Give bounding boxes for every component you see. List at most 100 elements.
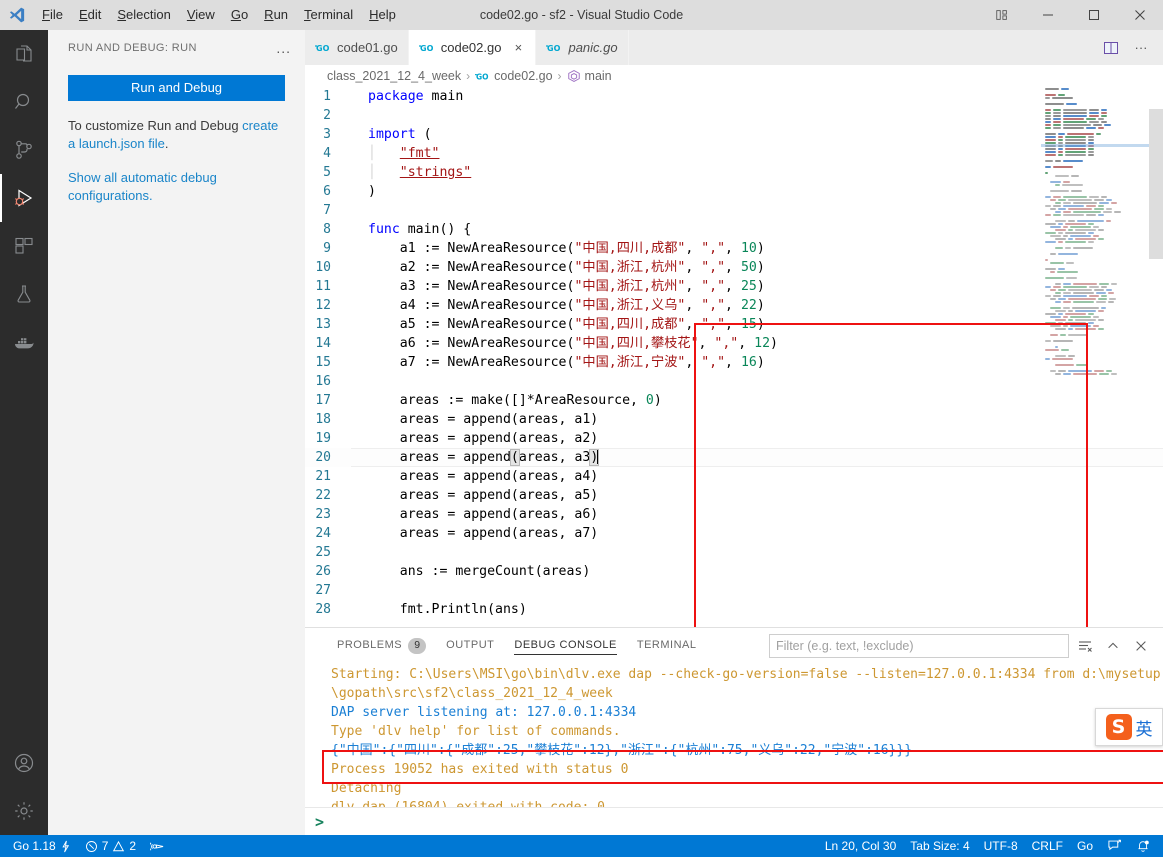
show-all-debug-configs-link[interactable]: Show all automatic debug configurations. bbox=[68, 169, 285, 205]
sidebar-more-actions-icon[interactable]: ... bbox=[270, 40, 297, 56]
status-eol[interactable]: CRLF bbox=[1025, 835, 1070, 857]
tab-code01-go[interactable]: GO code01.go bbox=[305, 30, 409, 65]
ime-mode-label[interactable]: 英 bbox=[1136, 715, 1153, 740]
line-text bbox=[351, 543, 368, 562]
panel-tab-problems[interactable]: PROBLEMS 9 bbox=[327, 628, 436, 663]
code-lines[interactable]: 1 package main 2 3 import (4 │ "fmt" 5 │ "strin… bbox=[305, 87, 1163, 619]
code-line[interactable]: 17 areas := make([]*AreaResource, 0) bbox=[305, 391, 1163, 410]
settings-gear-icon[interactable] bbox=[0, 787, 48, 835]
split-editor-icon[interactable] bbox=[1097, 33, 1125, 63]
code-line[interactable]: 13 a5 := NewAreaResource("中国,四川,成都", ","… bbox=[305, 315, 1163, 334]
code-line[interactable]: 24 areas = append(areas, a7) bbox=[305, 524, 1163, 543]
extensions-icon[interactable] bbox=[0, 222, 48, 270]
workbench: RUN AND DEBUG: RUN ... Run and Debug To … bbox=[0, 30, 1163, 835]
code-line[interactable]: 9 a1 := NewAreaResource("中国,四川,成都", ",",… bbox=[305, 239, 1163, 258]
code-line[interactable]: 18 areas = append(areas, a1) bbox=[305, 410, 1163, 429]
code-line[interactable]: 4 │ "fmt" bbox=[305, 144, 1163, 163]
code-line[interactable]: 5 │ "strings" bbox=[305, 163, 1163, 182]
debug-console-input[interactable]: > bbox=[305, 807, 1163, 835]
menu-view[interactable]: View bbox=[179, 0, 223, 30]
tab-panic-go[interactable]: GO panic.go bbox=[536, 30, 629, 65]
line-number: 23 bbox=[315, 507, 331, 522]
code-line[interactable]: 10 a2 := NewAreaResource("中国,浙江,杭州", ","… bbox=[305, 258, 1163, 277]
line-text bbox=[351, 106, 368, 125]
close-icon[interactable] bbox=[1117, 0, 1163, 30]
repl-prompt-icon: > bbox=[315, 812, 325, 831]
code-line[interactable]: 23 areas = append(areas, a6) bbox=[305, 505, 1163, 524]
maximize-panel-icon[interactable] bbox=[1101, 634, 1125, 658]
code-line[interactable]: 20 areas = append(areas, a3) bbox=[305, 448, 1163, 467]
code-line[interactable]: 12 a4 := NewAreaResource("中国,浙江,义乌", ","… bbox=[305, 296, 1163, 315]
code-line[interactable]: 26 ans := mergeCount(areas) bbox=[305, 562, 1163, 581]
notifications-bell-icon[interactable] bbox=[1129, 835, 1157, 857]
status-language-mode[interactable]: Go bbox=[1070, 835, 1100, 857]
status-problems[interactable]: 7 2 bbox=[78, 835, 143, 857]
menu-selection[interactable]: Selection bbox=[109, 0, 178, 30]
maximize-icon[interactable] bbox=[1071, 0, 1117, 30]
status-tab-size[interactable]: Tab Size: 4 bbox=[903, 835, 976, 857]
code-line[interactable]: 16 bbox=[305, 372, 1163, 391]
status-remote-indicator[interactable] bbox=[143, 835, 172, 857]
line-text: import ( bbox=[368, 127, 432, 142]
code-line[interactable]: 22 areas = append(areas, a5) bbox=[305, 486, 1163, 505]
menu-terminal[interactable]: Terminal bbox=[296, 0, 361, 30]
testing-flask-icon[interactable] bbox=[0, 270, 48, 318]
sogou-ime-indicator[interactable]: S 英 bbox=[1095, 708, 1163, 746]
panel-tab-output[interactable]: OUTPUT bbox=[436, 628, 504, 663]
console-filter-input[interactable] bbox=[769, 633, 1069, 658]
minimap[interactable] bbox=[1041, 87, 1149, 627]
title-bar: File Edit Selection View Go Run Terminal… bbox=[0, 0, 1163, 30]
panel-tab-debug-console[interactable]: DEBUG CONSOLE bbox=[504, 628, 626, 663]
editor-scrollbar-slider[interactable] bbox=[1149, 109, 1163, 259]
panel-tabs: PROBLEMS 9 OUTPUT DEBUG CONSOLE TERMINAL bbox=[305, 628, 1163, 663]
menu-run[interactable]: Run bbox=[256, 0, 296, 30]
status-go-version[interactable]: Go 1.18 bbox=[6, 835, 78, 857]
customize-layout-icon[interactable] bbox=[979, 0, 1025, 30]
more-actions-icon[interactable]: ··· bbox=[1127, 33, 1155, 63]
run-and-debug-icon[interactable] bbox=[0, 174, 48, 222]
run-and-debug-button[interactable]: Run and Debug bbox=[68, 75, 285, 101]
line-number: 4 bbox=[323, 146, 331, 161]
menu-edit[interactable]: Edit bbox=[71, 0, 109, 30]
accounts-icon[interactable] bbox=[0, 739, 48, 787]
code-line[interactable]: 21 areas = append(areas, a4) bbox=[305, 467, 1163, 486]
menu-help[interactable]: Help bbox=[361, 0, 404, 30]
explorer-icon[interactable] bbox=[0, 30, 48, 78]
debug-console-output[interactable]: Starting: C:\Users\MSI\go\bin\dlv.exe da… bbox=[305, 663, 1163, 807]
code-line[interactable]: 14 a6 := NewAreaResource("中国,四川,攀枝花", ",… bbox=[305, 334, 1163, 353]
code-line[interactable]: 8 func main() { bbox=[305, 220, 1163, 239]
docker-whale-icon[interactable] bbox=[0, 318, 48, 366]
close-panel-icon[interactable] bbox=[1129, 634, 1153, 658]
breadcrumb-item-symbol[interactable]: main bbox=[567, 69, 612, 83]
line-text: a7 := NewAreaResource("中国,浙江,宁波", ",", 1… bbox=[368, 355, 765, 370]
menu-go[interactable]: Go bbox=[223, 0, 256, 30]
code-line[interactable]: 2 bbox=[305, 106, 1163, 125]
search-icon[interactable] bbox=[0, 78, 48, 126]
status-cursor-position[interactable]: Ln 20, Col 30 bbox=[818, 835, 903, 857]
breadcrumb-item-folder[interactable]: class_2021_12_4_week bbox=[327, 69, 461, 83]
code-line[interactable]: 11 a3 := NewAreaResource("中国,浙江,杭州", ","… bbox=[305, 277, 1163, 296]
code-line[interactable]: 7 bbox=[305, 201, 1163, 220]
clear-console-icon[interactable] bbox=[1073, 634, 1097, 658]
tab-code02-go[interactable]: GO code02.go × bbox=[408, 30, 537, 65]
code-line[interactable]: 25 bbox=[305, 543, 1163, 562]
status-encoding[interactable]: UTF-8 bbox=[977, 835, 1025, 857]
menu-file[interactable]: File bbox=[34, 0, 71, 30]
code-line[interactable]: 6) bbox=[305, 182, 1163, 201]
code-line[interactable]: 27 bbox=[305, 581, 1163, 600]
code-line[interactable]: 28 fmt.Println(ans) bbox=[305, 600, 1163, 619]
minimize-icon[interactable] bbox=[1025, 0, 1071, 30]
editor-scrollbar[interactable] bbox=[1149, 87, 1163, 627]
breadcrumb-item-file[interactable]: GO code02.go bbox=[475, 69, 553, 84]
feedback-icon[interactable] bbox=[1100, 835, 1129, 857]
tab-close-icon[interactable]: × bbox=[511, 40, 525, 55]
code-line[interactable]: 19 areas = append(areas, a2) bbox=[305, 429, 1163, 448]
panel-tab-terminal[interactable]: TERMINAL bbox=[627, 628, 707, 663]
code-line[interactable]: 3 import ( bbox=[305, 125, 1163, 144]
line-number: 14 bbox=[315, 336, 331, 351]
customize-hint-period: . bbox=[164, 136, 169, 151]
source-control-icon[interactable] bbox=[0, 126, 48, 174]
code-editor[interactable]: 1 package main 2 3 import (4 │ "fmt" 5 │ "strin… bbox=[305, 87, 1163, 627]
code-line[interactable]: 15 a7 := NewAreaResource("中国,浙江,宁波", ","… bbox=[305, 353, 1163, 372]
code-line[interactable]: 1 package main bbox=[305, 87, 1163, 106]
